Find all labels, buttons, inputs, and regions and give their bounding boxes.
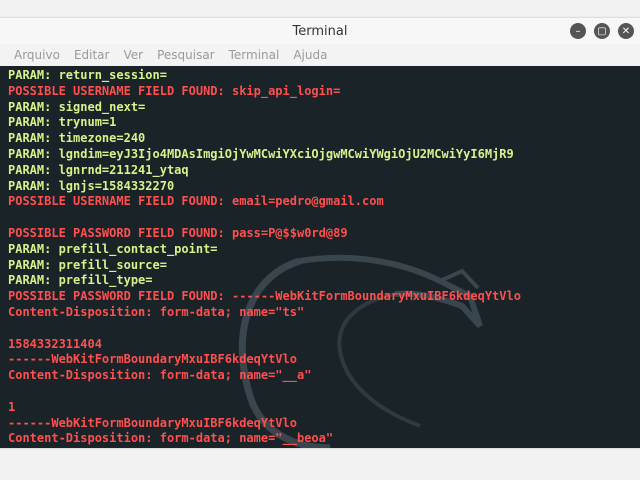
- menu-bar: Arquivo Editar Ver Pesquisar Terminal Aj…: [0, 44, 640, 66]
- terminal-window: Terminal – ▢ ✕ Arquivo Editar Ver Pesqui…: [0, 18, 640, 448]
- terminal-line: ------WebKitFormBoundaryMxuIBF6kdeqYtVlo: [8, 352, 297, 367]
- terminal-line: 1: [8, 399, 16, 414]
- terminal-line: Content-Disposition: form-data; name="ts…: [8, 304, 305, 319]
- menu-item-ver[interactable]: Ver: [123, 48, 143, 62]
- terminal-line: Content-Disposition: form-data; name="__…: [8, 368, 312, 383]
- terminal-line: PARAM: prefill_source=: [8, 257, 167, 272]
- terminal-line: PARAM: return_session=: [8, 68, 167, 82]
- terminal-line: PARAM: lgndim=eyJ3Ijo4MDAsImgiOjYwMCwiYX…: [8, 146, 514, 161]
- terminal-line: POSSIBLE PASSWORD FIELD FOUND: ------Web…: [8, 289, 521, 304]
- terminal-line: POSSIBLE USERNAME FIELD FOUND: email=ped…: [8, 194, 384, 209]
- terminal-line: PARAM: trynum=1: [8, 115, 117, 130]
- desktop: Terminal – ▢ ✕ Arquivo Editar Ver Pesqui…: [0, 0, 640, 480]
- maximize-icon[interactable]: ▢: [594, 23, 610, 39]
- terminal-line: PARAM: prefill_contact_point=: [8, 241, 218, 256]
- terminal-output[interactable]: PARAM: return_session= POSSIBLE USERNAME …: [0, 66, 640, 448]
- terminal-line: ------WebKitFormBoundaryMxuIBF6kdeqYtVlo: [8, 415, 297, 430]
- terminal-line: PARAM: lgnjs=1584332270: [8, 178, 175, 193]
- terminal-line: POSSIBLE USERNAME FIELD FOUND: skip_api_…: [8, 83, 341, 98]
- menu-item-terminal[interactable]: Terminal: [229, 48, 280, 62]
- window-title: Terminal: [292, 23, 348, 39]
- terminal-line: PARAM: lgnrnd=211241_ytaq: [8, 162, 189, 177]
- minimize-icon[interactable]: –: [570, 23, 586, 39]
- menu-item-arquivo[interactable]: Arquivo: [14, 48, 60, 62]
- terminal-line: POSSIBLE PASSWORD FIELD FOUND: pass=P@$$…: [8, 225, 348, 240]
- menu-item-editar[interactable]: Editar: [74, 48, 110, 62]
- terminal-line: PARAM: signed_next=: [8, 99, 146, 114]
- window-controls: – ▢ ✕: [570, 23, 634, 39]
- terminal-lines: PARAM: return_session= POSSIBLE USERNAME …: [8, 68, 640, 447]
- title-bar[interactable]: Terminal – ▢ ✕: [0, 18, 640, 44]
- terminal-line: 1584332311404: [8, 336, 102, 351]
- terminal-line: PARAM: timezone=240: [8, 131, 146, 146]
- terminal-line: PARAM: prefill_type=: [8, 273, 153, 288]
- terminal-line: Content-Disposition: form-data; name="__…: [8, 431, 334, 446]
- menu-item-pesquisar[interactable]: Pesquisar: [157, 48, 215, 62]
- menu-item-ajuda[interactable]: Ajuda: [293, 48, 327, 62]
- close-icon[interactable]: ✕: [618, 23, 634, 39]
